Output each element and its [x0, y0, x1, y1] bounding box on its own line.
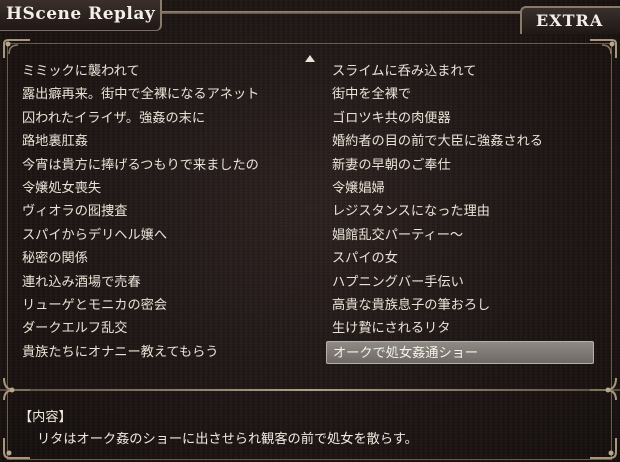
extra-tab-label: EXTRA — [536, 11, 604, 30]
replay-item[interactable]: 秘密の関係 — [20, 247, 310, 270]
replay-item[interactable]: リューゲとモニカの密会 — [20, 294, 310, 317]
replay-item[interactable]: 露出癖再来。街中で全裸になるアネット — [20, 83, 310, 106]
replay-item[interactable]: ゴロツキ共の肉便器 — [330, 107, 620, 130]
header-tab-plate: EXTRA — [520, 6, 620, 34]
replay-item[interactable]: 囚われたイライザ。強姦の末に — [20, 107, 310, 130]
ornate-corner-icon — [590, 39, 617, 58]
replay-item[interactable]: 貴族たちにオナニー教えてもらう — [20, 341, 310, 364]
replay-item[interactable]: 新妻の早朝のご奉仕 — [330, 154, 620, 177]
ornate-corner-icon — [590, 438, 617, 459]
info-divider — [0, 389, 620, 391]
replay-item[interactable]: ヴィオラの囮捜査 — [20, 200, 310, 223]
screen-title: HScene Replay — [6, 4, 156, 24]
replay-item[interactable]: 今宵は貴方に捧げるつもりで来ましたの — [20, 154, 310, 177]
info-label: 【内容】 — [19, 410, 72, 425]
ornate-corner-icon — [3, 377, 30, 401]
replay-item[interactable]: 街中を全裸で — [330, 83, 620, 106]
replay-item[interactable]: スパイからデリヘル嬢へ — [20, 224, 310, 247]
replay-item[interactable]: 連れ込み酒場で売春 — [20, 271, 310, 294]
replay-item[interactable]: 令嬢処女喪失 — [20, 177, 310, 200]
replay-item[interactable]: スパイの女 — [330, 247, 620, 270]
info-description: リタはオーク姦のショーに出させられ観客の前で処女を散らす。 — [37, 432, 418, 447]
header-rule — [158, 11, 522, 14]
ornate-corner-icon — [3, 39, 30, 58]
replay-item[interactable]: ダークエルフ乱交 — [20, 317, 310, 340]
replay-item[interactable]: 生け贄にされるリタ — [330, 317, 620, 340]
replay-item[interactable]: 路地裏肛姦 — [20, 130, 310, 153]
ornate-corner-icon — [3, 438, 30, 459]
replay-item[interactable]: 令嬢娼婦 — [330, 177, 620, 200]
replay-item[interactable]: 高貴な貴族息子の筆おろし — [330, 294, 620, 317]
replay-list-right: スライムに呑み込まれて 街中を全裸で ゴロツキ共の肉便器 婚約者の目の前で大臣に… — [326, 60, 620, 365]
replay-item-selected[interactable]: オークで処女姦通ショー — [326, 340, 594, 365]
replay-item[interactable]: 婚約者の目の前で大臣に強姦される — [330, 130, 620, 153]
ornate-corner-icon — [590, 377, 617, 401]
replay-item[interactable]: スライムに呑み込まれて — [330, 60, 620, 83]
replay-list-left: ミミックに襲われて 露出癖再来。街中で全裸になるアネット 囚われたイライザ。強姦… — [20, 60, 310, 364]
replay-item[interactable]: レジスタンスになった理由 — [330, 200, 620, 223]
replay-item[interactable]: ハプニングバー手伝い — [330, 271, 620, 294]
header-title-plate: HScene Replay — [0, 0, 162, 31]
replay-item[interactable]: 娼館乱交パーティー～ — [330, 224, 620, 247]
replay-item[interactable]: ミミックに襲われて — [20, 60, 310, 83]
